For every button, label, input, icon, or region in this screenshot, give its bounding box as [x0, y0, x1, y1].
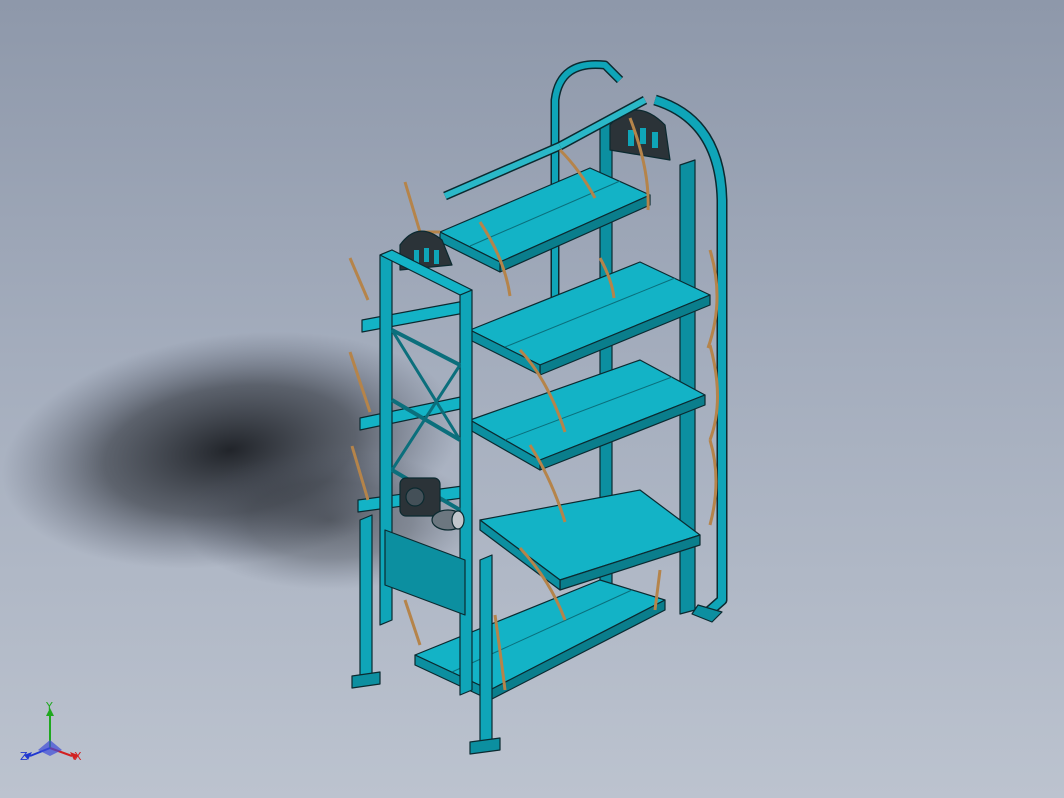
model-scene[interactable] [0, 0, 1064, 798]
y-axis-label: Y [45, 700, 53, 713]
pallet-3 [469, 359, 706, 471]
cad-viewport[interactable]: Y X Z [0, 0, 1064, 798]
z-axis-label: Z [20, 750, 28, 763]
pallet-4 [479, 489, 701, 591]
parking-rack-model[interactable] [348, 59, 728, 755]
x-axis-label: X [74, 750, 82, 763]
coordinate-triad: Y X Z [20, 700, 82, 763]
